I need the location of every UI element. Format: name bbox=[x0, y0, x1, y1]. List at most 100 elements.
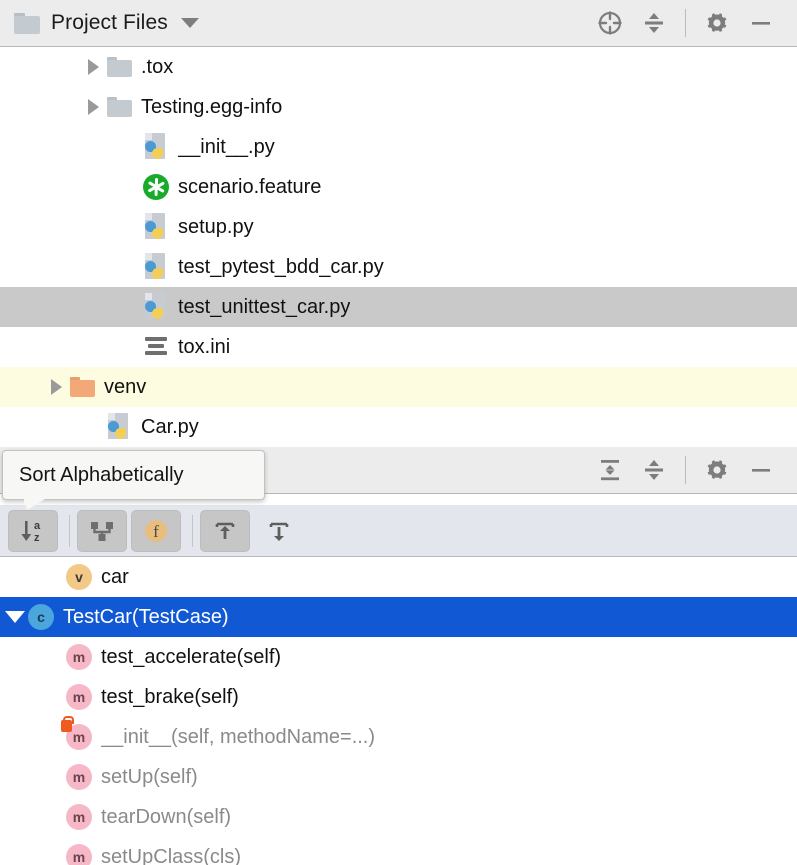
tree-row[interactable]: Car.py bbox=[0, 407, 797, 447]
project-files-title-group[interactable]: Project Files bbox=[0, 11, 588, 35]
twisty-spacer bbox=[42, 806, 64, 828]
tree-row[interactable]: test_pytest_bdd_car.py bbox=[0, 247, 797, 287]
structure-row-label: setUpClass(cls) bbox=[101, 846, 241, 865]
expand-arrow-icon[interactable] bbox=[45, 376, 67, 398]
tree-row[interactable]: .tox bbox=[0, 47, 797, 87]
tree-row[interactable]: __init__.py bbox=[0, 127, 797, 167]
tree-row-label: test_unittest_car.py bbox=[178, 296, 350, 319]
twisty-spacer bbox=[119, 336, 141, 358]
project-files-header: Project Files bbox=[0, 0, 797, 47]
structure-row[interactable]: m__init__(self, methodName=...) bbox=[0, 717, 797, 757]
ini-file-icon bbox=[141, 333, 171, 361]
tree-row[interactable]: scenario.feature bbox=[0, 167, 797, 207]
python-file-icon bbox=[141, 253, 171, 281]
structure-actions bbox=[588, 450, 797, 490]
python-file-icon bbox=[141, 133, 171, 161]
tree-row[interactable]: setup.py bbox=[0, 207, 797, 247]
twisty-spacer bbox=[82, 416, 104, 438]
python-file-icon bbox=[141, 213, 171, 241]
structure-row[interactable]: m tearDown(self) bbox=[0, 797, 797, 837]
tooltip: Sort Alphabetically bbox=[2, 450, 265, 500]
page-title: Project Files bbox=[51, 11, 168, 35]
twisty-spacer bbox=[42, 846, 64, 865]
method-badge-icon: m bbox=[64, 683, 94, 711]
tree-row-label: Car.py bbox=[141, 416, 199, 439]
tree-row-label: venv bbox=[104, 376, 146, 399]
minimize-icon[interactable] bbox=[739, 3, 783, 43]
toolbar-divider bbox=[192, 515, 193, 547]
svg-text:f: f bbox=[153, 522, 159, 541]
folder-orange-icon bbox=[67, 373, 97, 401]
structure-row[interactable]: mtest_brake(self) bbox=[0, 677, 797, 717]
folder-icon bbox=[104, 53, 134, 81]
method-badge-icon: m bbox=[64, 643, 94, 671]
twisty-spacer bbox=[42, 686, 64, 708]
lock-icon bbox=[61, 720, 72, 732]
tooltip-text: Sort Alphabetically bbox=[19, 464, 184, 487]
locate-in-tree-icon[interactable] bbox=[588, 3, 632, 43]
expand-all-button[interactable] bbox=[200, 510, 250, 552]
twisty-spacer bbox=[119, 216, 141, 238]
twisty-spacer bbox=[119, 176, 141, 198]
toolbar-divider bbox=[69, 515, 70, 547]
toolbar-divider bbox=[685, 456, 686, 484]
cucumber-feature-icon bbox=[141, 173, 171, 201]
collapse-all-icon[interactable] bbox=[632, 450, 676, 490]
structure-row[interactable]: m setUp(self) bbox=[0, 757, 797, 797]
twisty-spacer bbox=[42, 646, 64, 668]
project-files-tree[interactable]: .tox Testing.egg-info __init__.py scenario.… bbox=[0, 47, 797, 447]
python-file-icon bbox=[141, 293, 171, 321]
gear-icon[interactable] bbox=[695, 450, 739, 490]
folder-icon bbox=[104, 93, 134, 121]
svg-text:z: z bbox=[34, 532, 40, 544]
tree-row[interactable]: Testing.egg-info bbox=[0, 87, 797, 127]
show-inherited-button[interactable] bbox=[77, 510, 127, 552]
tree-row[interactable]: test_unittest_car.py bbox=[0, 287, 797, 327]
method-badge-icon: m bbox=[64, 843, 94, 865]
expand-all-icon[interactable] bbox=[588, 450, 632, 490]
tree-row[interactable]: tox.ini bbox=[0, 327, 797, 367]
ide-tool-windows: Project Files bbox=[0, 0, 797, 865]
minimize-icon[interactable] bbox=[739, 450, 783, 490]
twisty-spacer bbox=[42, 766, 64, 788]
tree-row[interactable]: venv bbox=[0, 367, 797, 407]
twisty-spacer bbox=[42, 566, 64, 588]
tree-row-label: __init__.py bbox=[178, 136, 275, 159]
project-files-actions bbox=[588, 3, 797, 43]
tree-row-label: test_pytest_bdd_car.py bbox=[178, 256, 384, 279]
structure-tree[interactable]: vcarcTestCar(TestCase)mtest_accelerate(s… bbox=[0, 557, 797, 865]
structure-row[interactable]: cTestCar(TestCase) bbox=[0, 597, 797, 637]
structure-row-label: tearDown(self) bbox=[101, 806, 231, 829]
structure-row[interactable]: m test_accelerate(self) bbox=[0, 637, 797, 677]
structure-row-label: setUp(self) bbox=[101, 766, 198, 789]
python-file-icon bbox=[104, 413, 134, 441]
structure-row-label: TestCar(TestCase) bbox=[63, 606, 229, 629]
structure-row-label: car bbox=[101, 566, 129, 589]
twisty-spacer bbox=[119, 136, 141, 158]
collapse-arrow-icon[interactable] bbox=[4, 606, 26, 628]
tree-row-label: tox.ini bbox=[178, 336, 230, 359]
structure-row[interactable]: vcar bbox=[0, 557, 797, 597]
twisty-spacer bbox=[119, 256, 141, 278]
tree-row-label: scenario.feature bbox=[178, 176, 321, 199]
toolbar-divider bbox=[685, 9, 686, 37]
variable-badge-icon: v bbox=[64, 563, 94, 591]
structure-row-label: test_accelerate(self) bbox=[101, 646, 281, 669]
sort-alphabetically-button[interactable]: a z bbox=[8, 510, 58, 552]
folder-icon bbox=[14, 13, 40, 34]
tree-row-label: .tox bbox=[141, 56, 173, 79]
chevron-down-icon[interactable] bbox=[181, 18, 199, 28]
collapse-all-icon[interactable] bbox=[632, 3, 676, 43]
collapse-all-button[interactable] bbox=[254, 510, 304, 552]
expand-arrow-icon[interactable] bbox=[82, 96, 104, 118]
svg-text:a: a bbox=[34, 520, 41, 532]
method-badge-icon: m bbox=[64, 723, 94, 751]
method-badge-icon: m bbox=[64, 763, 94, 791]
show-fields-button[interactable]: f bbox=[131, 510, 181, 552]
tree-row-label: Testing.egg-info bbox=[141, 96, 282, 119]
method-badge-icon: m bbox=[64, 803, 94, 831]
expand-arrow-icon[interactable] bbox=[82, 56, 104, 78]
structure-toolbar: a z f bbox=[0, 505, 797, 557]
gear-icon[interactable] bbox=[695, 3, 739, 43]
structure-row[interactable]: m setUpClass(cls) bbox=[0, 837, 797, 865]
